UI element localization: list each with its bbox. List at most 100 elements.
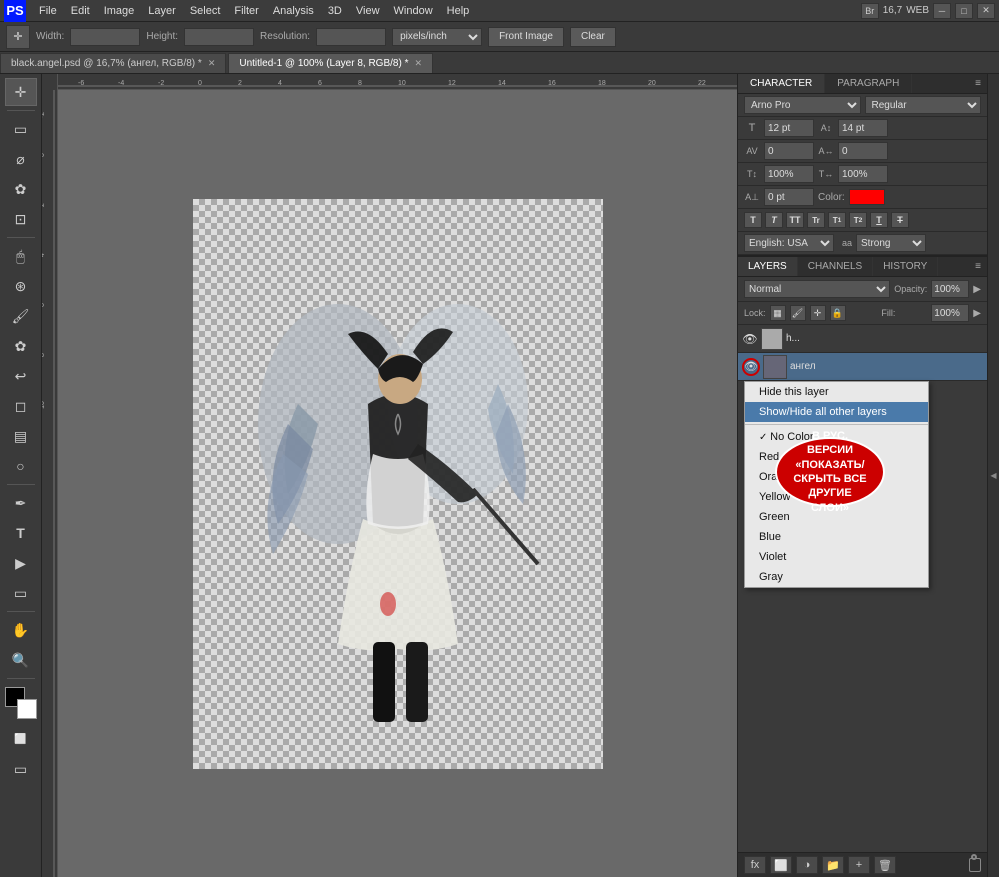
tab-black-angel[interactable]: black.angel.psd @ 16,7% (ангел, RGB/8) *… xyxy=(0,53,226,73)
strikethrough-btn[interactable]: T xyxy=(891,212,909,228)
tracking-input[interactable] xyxy=(838,142,888,160)
font-family-select[interactable]: Arno Pro xyxy=(744,96,861,114)
add-mask-btn[interactable]: ⬜ xyxy=(770,856,792,874)
menu-filter[interactable]: Filter xyxy=(227,3,265,19)
lock-position-btn[interactable]: ✛ xyxy=(810,305,826,321)
lock-pixels-btn[interactable]: 🖌 xyxy=(790,305,806,321)
resolution-input[interactable] xyxy=(316,28,386,46)
text-color-swatch[interactable] xyxy=(849,189,885,205)
maximize-btn[interactable]: □ xyxy=(955,3,973,19)
menu-3d[interactable]: 3D xyxy=(321,3,349,19)
path-select-tool[interactable]: ▶ xyxy=(5,549,37,577)
eyedropper-tool[interactable]: 🖱 xyxy=(5,242,37,270)
underline-btn[interactable]: T xyxy=(870,212,888,228)
menu-analysis[interactable]: Analysis xyxy=(266,3,321,19)
panel-collapse-handle[interactable]: ◀ xyxy=(987,74,999,877)
type-tool[interactable]: T xyxy=(5,519,37,547)
bridge-btn[interactable]: Br xyxy=(861,3,879,19)
quick-mask-btn[interactable]: ⬜ xyxy=(5,725,37,753)
tab-layers[interactable]: LAYERS xyxy=(738,257,798,276)
ctx-violet[interactable]: Violet xyxy=(745,547,928,567)
fill-input[interactable] xyxy=(931,304,969,322)
marquee-tool[interactable]: ▭ xyxy=(5,115,37,143)
fill-arrow[interactable]: ▶ xyxy=(973,308,981,319)
tab-close-0[interactable]: ✕ xyxy=(208,58,216,69)
dodge-tool[interactable]: ○ xyxy=(5,452,37,480)
smallcaps-btn[interactable]: Tr xyxy=(807,212,825,228)
menu-file[interactable]: File xyxy=(32,3,64,19)
menu-edit[interactable]: Edit xyxy=(64,3,97,19)
ctx-hide-layer[interactable]: Hide this layer xyxy=(745,382,928,402)
tab-untitled[interactable]: Untitled-1 @ 100% (Layer 8, RGB/8) * ✕ xyxy=(228,53,433,73)
tab-history[interactable]: HISTORY xyxy=(873,257,938,276)
opacity-arrow[interactable]: ▶ xyxy=(973,284,981,295)
minimize-btn[interactable]: ─ xyxy=(933,3,951,19)
layer-row-1[interactable]: 👁 ангел Hide this layer Show/Hide all ot… xyxy=(738,353,987,381)
clear-button[interactable]: Clear xyxy=(570,27,616,47)
pen-tool[interactable]: ✒ xyxy=(5,489,37,517)
delete-layer-btn[interactable]: 🗑 xyxy=(874,856,896,874)
brush-tool[interactable]: 🖌 xyxy=(5,302,37,330)
lock-all-btn[interactable]: 🔒 xyxy=(830,305,846,321)
resolution-unit-select[interactable]: pixels/inch xyxy=(392,28,482,46)
ctx-blue[interactable]: Blue xyxy=(745,527,928,547)
background-color[interactable] xyxy=(17,699,37,719)
character-panel-menu[interactable]: ≡ xyxy=(969,74,987,93)
menu-select[interactable]: Select xyxy=(183,3,228,19)
blend-mode-select[interactable]: Normal xyxy=(744,280,890,298)
layer-row-0[interactable]: 👁 h... xyxy=(738,325,987,353)
menu-view[interactable]: View xyxy=(349,3,387,19)
lasso-tool[interactable]: ⌀ xyxy=(5,145,37,173)
color-selector[interactable] xyxy=(5,687,37,719)
menu-help[interactable]: Help xyxy=(440,3,477,19)
new-group-btn[interactable]: 📁 xyxy=(822,856,844,874)
scale-h-input[interactable] xyxy=(838,165,888,183)
font-size-input[interactable] xyxy=(764,119,814,137)
clone-tool[interactable]: ✿ xyxy=(5,332,37,360)
allcaps-btn[interactable]: TT xyxy=(786,212,804,228)
layer-visibility-1[interactable]: 👁 xyxy=(742,358,760,376)
bold-btn[interactable]: T xyxy=(744,212,762,228)
menu-layer[interactable]: Layer xyxy=(141,3,183,19)
height-input[interactable] xyxy=(184,28,254,46)
zoom-tool[interactable]: 🔍 xyxy=(5,646,37,674)
tab-channels[interactable]: CHANNELS xyxy=(798,257,873,276)
scale-v-input[interactable] xyxy=(764,165,814,183)
leading-input[interactable] xyxy=(838,119,888,137)
layer-fx-btn[interactable]: fx xyxy=(744,856,766,874)
kerning-input[interactable] xyxy=(764,142,814,160)
opacity-input[interactable] xyxy=(931,280,969,298)
tab-character[interactable]: CHARACTER xyxy=(738,74,825,93)
italic-btn[interactable]: T xyxy=(765,212,783,228)
crop-tool[interactable]: ⊡ xyxy=(5,205,37,233)
font-style-select[interactable]: Regular xyxy=(865,96,982,114)
width-input[interactable] xyxy=(70,28,140,46)
superscript-btn[interactable]: T1 xyxy=(828,212,846,228)
language-select[interactable]: English: USA xyxy=(744,234,834,252)
shape-tool[interactable]: ▭ xyxy=(5,579,37,607)
history-brush[interactable]: ↩ xyxy=(5,362,37,390)
new-layer-btn[interactable]: + xyxy=(848,856,870,874)
tab-paragraph[interactable]: PARAGRAPH xyxy=(825,74,912,93)
adjustment-layer-btn[interactable]: ◑ xyxy=(796,856,818,874)
close-btn[interactable]: ✕ xyxy=(977,3,995,19)
lock-transparent-btn[interactable]: ▦ xyxy=(770,305,786,321)
layer-visibility-0[interactable]: 👁 xyxy=(742,331,758,347)
eraser-tool[interactable]: ◻ xyxy=(5,392,37,420)
baseline-input[interactable] xyxy=(764,188,814,206)
ctx-show-hide-others[interactable]: Show/Hide all other layers xyxy=(745,402,928,422)
layers-panel-menu[interactable]: ≡ xyxy=(969,257,987,276)
menu-window[interactable]: Window xyxy=(387,3,440,19)
menu-image[interactable]: Image xyxy=(97,3,142,19)
screen-mode-btn[interactable]: ▭ xyxy=(5,755,37,783)
gradient-tool[interactable]: ▤ xyxy=(5,422,37,450)
subscript-btn[interactable]: T2 xyxy=(849,212,867,228)
quick-select-tool[interactable]: ✿ xyxy=(5,175,37,203)
move-tool[interactable]: ✛ xyxy=(5,78,37,106)
ctx-gray[interactable]: Gray xyxy=(745,567,928,587)
tab-close-1[interactable]: ✕ xyxy=(414,58,422,69)
antialiasing-select[interactable]: Strong xyxy=(856,234,926,252)
hand-tool[interactable]: ✋ xyxy=(5,616,37,644)
spot-heal-tool[interactable]: ⊛ xyxy=(5,272,37,300)
front-image-button[interactable]: Front Image xyxy=(488,27,564,47)
